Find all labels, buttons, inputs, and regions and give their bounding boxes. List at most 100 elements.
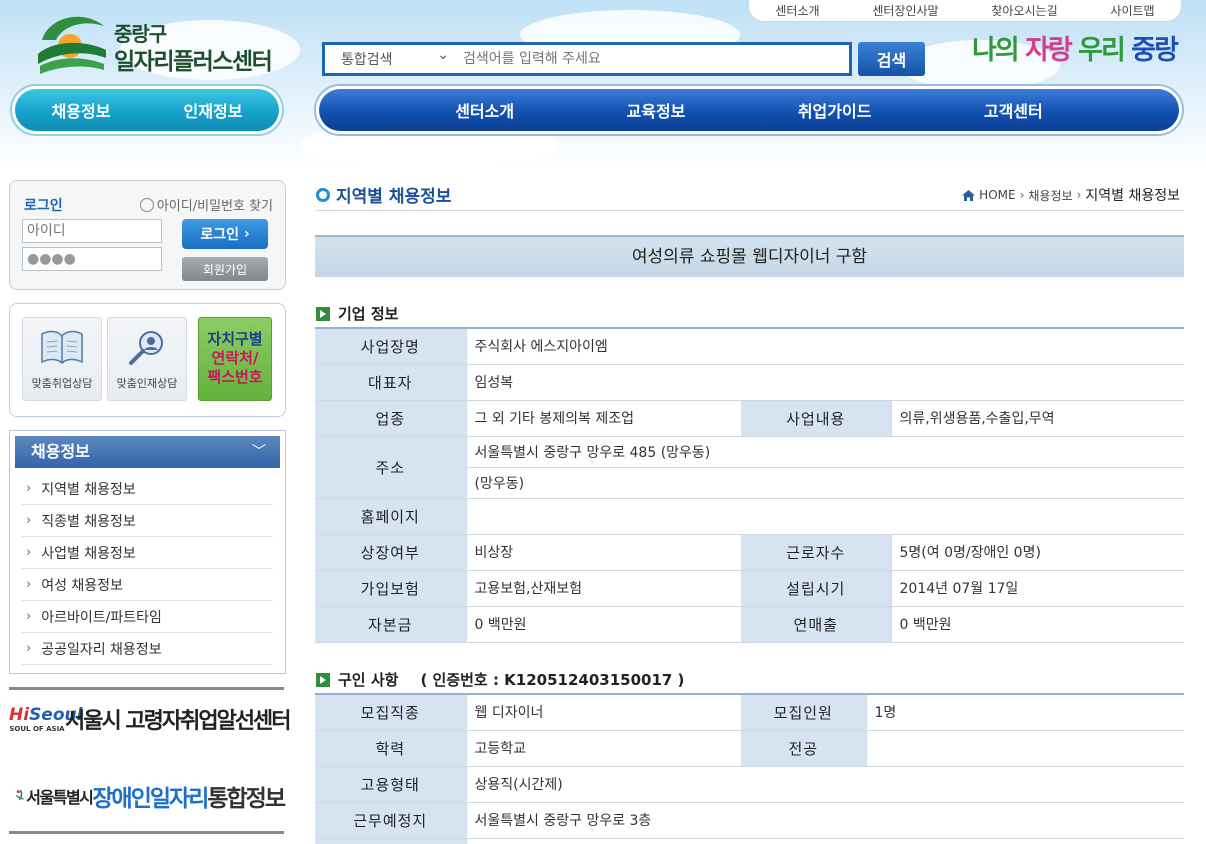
site-logo[interactable]: 중랑구 일자리플러스센터 xyxy=(34,10,284,76)
nav-talent-info[interactable]: 인재정보 xyxy=(184,98,243,122)
founded-value: 2014년 07월 17일 xyxy=(891,570,1184,607)
quick-job-consult[interactable]: 맞춤취업상담 xyxy=(22,317,102,401)
nav-center-intro[interactable]: 센터소개 xyxy=(455,98,514,122)
chevron-down-icon: ⌄ xyxy=(437,47,449,63)
table-row: 업종 그 외 기타 봉제의복 제조업 사업내용 의류,위생용품,수출입,무역 xyxy=(315,400,1184,437)
insurance-value: 고용보험,산재보험 xyxy=(466,570,741,607)
login-box: 로그인 아이디/비밀번호 찾기 로그인 › 회원가입 xyxy=(9,180,286,290)
job-value: 웹 디자이너 xyxy=(466,694,741,731)
id-field[interactable] xyxy=(22,219,162,243)
leaf-sun-logo-icon xyxy=(38,16,106,74)
side-menu-title[interactable]: 채용정보 ﹀ xyxy=(15,436,280,468)
nav-education[interactable]: 교육정보 xyxy=(627,98,686,122)
table-row: 모집직종 웹 디자이너 모집인원 1명 xyxy=(315,694,1184,731)
table-row: 가입보험 고용보험,산재보험 설립시기 2014년 07월 17일 xyxy=(315,570,1184,607)
arrow-box-icon xyxy=(316,672,330,687)
recruit-section-title: 구인 사항( 인증번호 : K120512403150017 ) xyxy=(316,669,684,690)
company-info-table: 사업장명 주식회사 에스지아이엠 대표자 임성복 업종 그 외 기타 봉제의복 … xyxy=(315,327,1184,643)
home-icon xyxy=(962,189,976,201)
side-item-region[interactable]: › 지역별 채용정보 xyxy=(22,473,273,505)
recruit-info-table: 모집직종 웹 디자이너 모집인원 1명 학력 고등학교 전공 고용형태 상용직(… xyxy=(315,693,1184,844)
breadcrumb: HOME › 채용정보 › 지역별 채용정보 xyxy=(962,185,1180,205)
company-name-value: 주식회사 에스지아이엠 xyxy=(466,328,1184,365)
title-divider xyxy=(316,210,1184,211)
chevron-down-icon: ﹀ xyxy=(252,444,266,460)
chevron-right-icon: › xyxy=(1019,188,1025,202)
business-value: 의류,위생용품,수출입,무역 xyxy=(891,400,1184,437)
quick-links: 맞춤취업상담 맞춤인재상담 자치구별 연락처/ 팩스번호 xyxy=(9,303,286,417)
table-row: 대표자 임성복 xyxy=(315,364,1184,401)
table-row: 자본금 0 백만원 연매출 0 백만원 xyxy=(315,606,1184,643)
chevron-right-icon: › xyxy=(1076,188,1082,202)
chevron-right-icon: › xyxy=(26,545,32,560)
listed-value: 비상장 xyxy=(466,534,741,571)
quick-talent-consult[interactable]: 맞춤인재상담 xyxy=(107,317,187,401)
search-button[interactable]: 검색 xyxy=(858,42,925,76)
address-line1: 서울특별시 중랑구 망우로 485 (망우동) xyxy=(466,436,1184,468)
address-line2: (망우동) xyxy=(466,467,1184,499)
chevron-right-icon: › xyxy=(26,609,32,624)
industry-value: 그 외 기타 봉제의복 제조업 xyxy=(466,400,741,437)
nav-customer-center[interactable]: 고객센터 xyxy=(984,98,1043,122)
table-row: 상장여부 비상장 근로자수 5명(여 0명/장애인 0명) xyxy=(315,534,1184,571)
slogan-logo: 나의 자랑 우리 중랑 xyxy=(972,35,1179,66)
side-item-business[interactable]: › 사업별 채용정보 xyxy=(22,537,273,569)
hi-seoul-logo: HiSeoul SOUL OF ASIA xyxy=(9,704,83,733)
type-value: 상용직(시간제) xyxy=(466,766,1184,803)
util-greeting[interactable]: 센터장인사말 xyxy=(872,2,938,19)
password-field[interactable] xyxy=(22,247,162,271)
table-row: 홈페이지 xyxy=(315,498,1184,535)
join-button[interactable]: 회원가입 xyxy=(182,257,268,281)
breadcrumb-home[interactable]: HOME xyxy=(979,188,1015,202)
util-center-intro[interactable]: 센터소개 xyxy=(775,2,819,19)
login-title: 로그인 xyxy=(24,198,63,214)
side-item-public[interactable]: › 공공일자리 채용정보 xyxy=(22,633,273,665)
util-directions[interactable]: 찾아오시는길 xyxy=(991,2,1057,19)
location-value: 서울특별시 중랑구 망우로 3층 xyxy=(466,802,1184,839)
ceo-value: 임성복 xyxy=(466,364,1184,401)
company-section-title: 기업 정보 xyxy=(316,303,398,324)
book-icon xyxy=(41,330,83,365)
seoul-symbol-icon xyxy=(15,789,24,800)
side-item-occupation[interactable]: › 직종별 채용정보 xyxy=(22,505,273,537)
side-item-women[interactable]: › 여성 채용정보 xyxy=(22,569,273,601)
table-row: 사업장명 주식회사 에스지아이엠 xyxy=(315,328,1184,365)
table-row xyxy=(315,838,1184,844)
banner-disabled-jobs[interactable]: 서울특별시 장애인일자리 통합정보 xyxy=(9,760,286,834)
count-value: 1명 xyxy=(866,694,1184,731)
chevron-right-icon: › xyxy=(26,641,32,656)
homepage-value[interactable] xyxy=(466,498,1184,535)
nav-left: 채용정보 인재정보 xyxy=(10,84,284,136)
nav-job-guide[interactable]: 취업가이드 xyxy=(798,98,872,122)
chevron-right-icon: › xyxy=(26,481,32,496)
table-row: 학력 고등학교 전공 xyxy=(315,730,1184,767)
chevron-right-icon: › xyxy=(26,577,32,592)
side-menu: 채용정보 ﹀ › 지역별 채용정보 › 직종별 채용정보 › 사업별 채용정보 › 여성 … xyxy=(9,430,286,674)
nav-job-info[interactable]: 채용정보 xyxy=(52,98,111,122)
major-value xyxy=(866,730,1184,767)
login-button[interactable]: 로그인 › xyxy=(182,219,268,249)
magnifier-icon xyxy=(129,331,163,365)
sales-value: 0 백만원 xyxy=(891,606,1184,643)
education-value: 고등학교 xyxy=(466,730,741,767)
nav-main: 센터소개 교육정보 취업가이드 고객센터 xyxy=(314,84,1184,136)
breadcrumb-current: 지역별 채용정보 xyxy=(1085,188,1180,204)
quick-district-contacts[interactable]: 자치구별 연락처/ 팩스번호 xyxy=(198,317,272,401)
find-id-pw-link[interactable]: 아이디/비밀번호 찾기 xyxy=(139,195,273,214)
job-posting-title: 여성의류 쇼핑몰 웹디자이너 구함 xyxy=(315,235,1184,277)
breadcrumb-jobs[interactable]: 채용정보 xyxy=(1028,187,1072,204)
employees-value: 5명(여 0명/장애인 0명) xyxy=(891,534,1184,571)
search-icon xyxy=(139,198,154,212)
circle-bullet-icon xyxy=(316,187,330,202)
capital-value: 0 백만원 xyxy=(466,606,741,643)
banner-senior-employment[interactable]: HiSeoul SOUL OF ASIA 서울시 고령자취업알선센터 xyxy=(9,687,292,747)
arrow-box-icon xyxy=(316,306,330,321)
page-title: 지역별 채용정보 xyxy=(316,182,451,207)
cert-number: ( 인증번호 : K120512403150017 ) xyxy=(420,671,685,689)
search-category-select[interactable]: 통합검색 ⌄ xyxy=(325,47,457,69)
search-bar: 통합검색 ⌄ xyxy=(322,42,852,76)
side-item-parttime[interactable]: › 아르바이트/파트타임 xyxy=(22,601,273,633)
search-input[interactable] xyxy=(457,51,849,67)
logo-line2: 일자리플러스센터 xyxy=(114,49,273,75)
util-sitemap[interactable]: 사이트맵 xyxy=(1110,2,1154,19)
